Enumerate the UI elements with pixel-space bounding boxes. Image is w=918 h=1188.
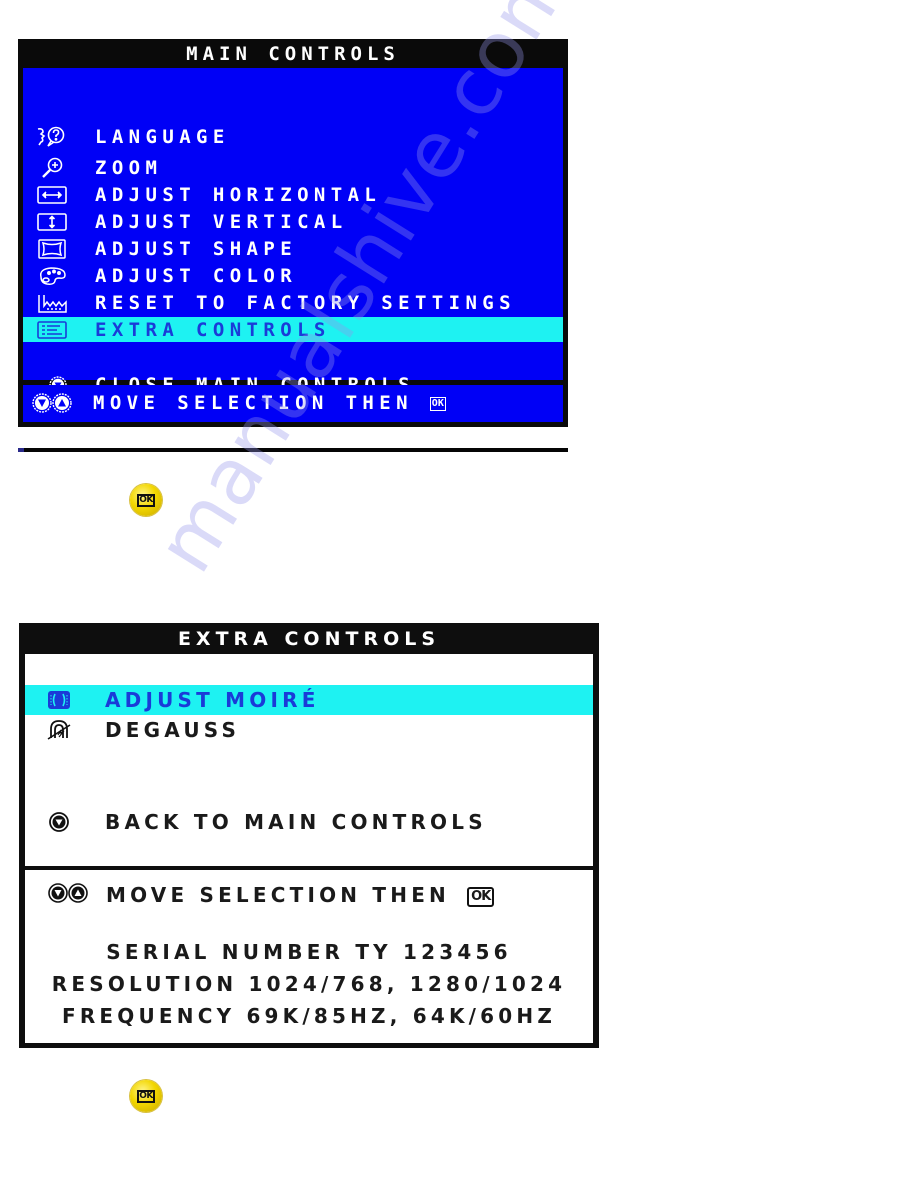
footer-instruction-text: MOVE SELECTION THEN bbox=[93, 392, 413, 414]
menu-item-label: ZOOM bbox=[95, 156, 163, 179]
vertical-arrows-icon bbox=[35, 211, 69, 233]
menu-item-zoom[interactable]: ZOOM bbox=[23, 155, 563, 180]
main-controls-title: MAIN CONTROLS bbox=[186, 43, 400, 65]
back-to-main-controls-label: BACK TO MAIN CONTROLS bbox=[105, 810, 487, 834]
main-controls-body: LANGUAGE ZOOM ADJUST HORIZONTAL ADJUST V… bbox=[23, 68, 563, 396]
serial-number-text: SERIAL NUMBER TY 123456 bbox=[106, 940, 512, 964]
language-icon bbox=[35, 126, 69, 148]
shape-icon bbox=[35, 238, 69, 260]
menu-item-language[interactable]: LANGUAGE bbox=[23, 124, 563, 149]
footer-instruction-text: MOVE SELECTION THEN bbox=[106, 883, 450, 907]
main-footer-instruction: MOVE SELECTION THEN OK bbox=[93, 392, 446, 414]
menu-item-label: RESET TO FACTORY SETTINGS bbox=[95, 291, 516, 314]
horizontal-arrows-icon bbox=[35, 184, 69, 206]
zoom-icon bbox=[35, 157, 69, 179]
ok-key-icon: OK bbox=[429, 396, 446, 411]
extra-controls-body: ADJUST MOIRÉ DEGAUSS BACK TO MAIN CONTRO… bbox=[25, 654, 593, 866]
extra-controls-icon bbox=[35, 319, 69, 341]
down-up-arrows-icon bbox=[31, 392, 79, 414]
menu-item-extra-controls[interactable]: EXTRA CONTROLS bbox=[23, 317, 563, 342]
menu-item-reset-factory[interactable]: RESET TO FACTORY SETTINGS bbox=[23, 290, 563, 315]
menu-item-label: DEGAUSS bbox=[105, 718, 241, 742]
extra-controls-title: EXTRA CONTROLS bbox=[177, 628, 441, 650]
menu-item-label: EXTRA CONTROLS bbox=[95, 318, 331, 341]
factory-icon bbox=[35, 292, 69, 314]
menu-item-adjust-color[interactable]: ADJUST COLOR bbox=[23, 263, 563, 288]
section-divider bbox=[18, 448, 568, 452]
menu-item-adjust-horizontal[interactable]: ADJUST HORIZONTAL bbox=[23, 182, 563, 207]
menu-item-label: ADJUST SHAPE bbox=[95, 237, 298, 260]
menu-item-adjust-moire[interactable]: ADJUST MOIRÉ bbox=[25, 685, 593, 715]
menu-item-label: ADJUST COLOR bbox=[95, 264, 298, 287]
extra-controls-footer: MOVE SELECTION THEN OK SERIAL NUMBER TY … bbox=[25, 870, 593, 1043]
menu-item-label: ADJUST MOIRÉ bbox=[105, 688, 320, 712]
ok-button-label: OK bbox=[137, 493, 155, 507]
menu-item-degauss[interactable]: DEGAUSS bbox=[25, 715, 593, 745]
menu-item-adjust-vertical[interactable]: ADJUST VERTICAL bbox=[23, 209, 563, 234]
menu-item-label: ADJUST VERTICAL bbox=[95, 210, 348, 233]
extra-controls-panel: EXTRA CONTROLS ADJUST MOIRÉ DEGAUSS BACK… bbox=[19, 623, 599, 1048]
frequency-text: FREQUENCY 69K/85HZ, 64K/60HZ bbox=[61, 1004, 557, 1028]
main-controls-footer: MOVE SELECTION THEN OK bbox=[23, 385, 563, 422]
degauss-icon bbox=[45, 718, 73, 742]
ok-button[interactable]: OK bbox=[130, 484, 162, 516]
extra-footer-instruction: MOVE SELECTION THEN OK bbox=[106, 883, 495, 907]
down-arrow-circle-icon bbox=[45, 810, 73, 834]
ok-button-label: OK bbox=[137, 1089, 155, 1103]
ok-key-icon: OK bbox=[467, 886, 495, 907]
moire-icon bbox=[45, 688, 73, 712]
menu-item-label: LANGUAGE bbox=[95, 125, 230, 148]
menu-item-adjust-shape[interactable]: ADJUST SHAPE bbox=[23, 236, 563, 261]
menu-item-label: ADJUST HORIZONTAL bbox=[95, 183, 382, 206]
resolution-text: RESOLUTION 1024/768, 1280/1024 bbox=[51, 972, 567, 996]
back-to-main-controls-button[interactable]: BACK TO MAIN CONTROLS bbox=[25, 807, 593, 837]
ok-button[interactable]: OK bbox=[130, 1080, 162, 1112]
main-controls-panel: MAIN CONTROLS LANGUAGE ZOOM ADJUST HORIZ… bbox=[18, 39, 568, 427]
color-palette-icon bbox=[35, 265, 69, 287]
down-up-arrows-icon bbox=[47, 881, 95, 905]
